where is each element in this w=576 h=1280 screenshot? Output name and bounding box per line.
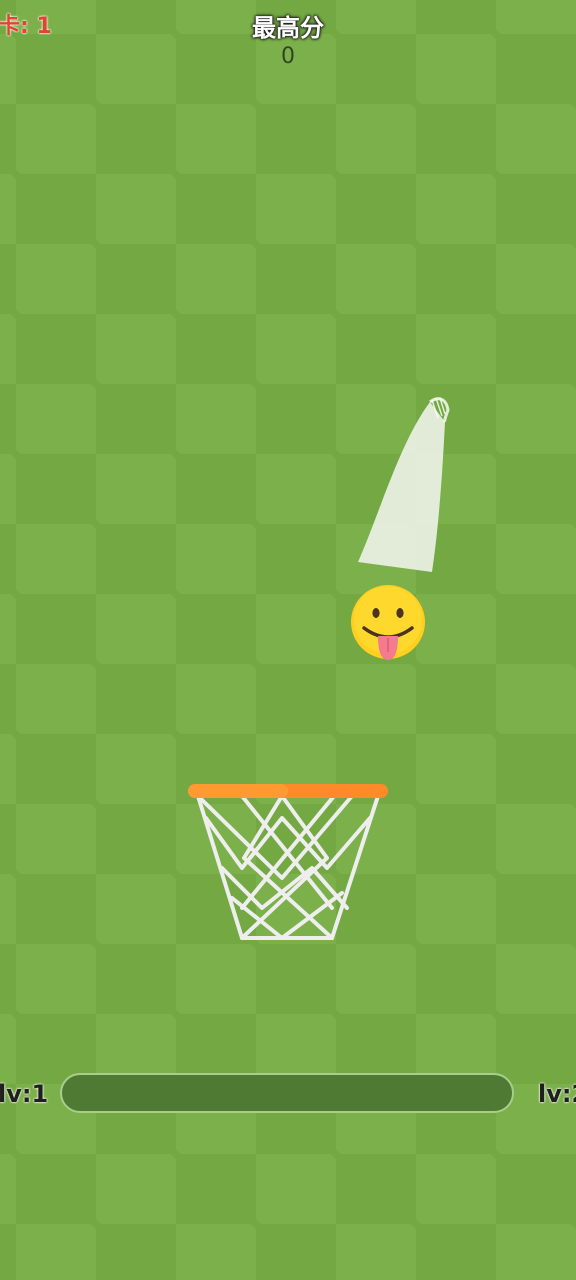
current-level-label: lv:1 bbox=[0, 1080, 49, 1108]
swipe-trail-icon bbox=[358, 397, 450, 572]
best-score-label: 最高分 bbox=[252, 14, 324, 42]
next-level-label: lv:2 bbox=[538, 1080, 576, 1108]
level-progress-bar bbox=[60, 1073, 514, 1113]
basketball-hoop-icon bbox=[188, 784, 388, 940]
best-score-value: 0 bbox=[281, 44, 295, 69]
emoji-ball-icon[interactable] bbox=[350, 584, 426, 660]
